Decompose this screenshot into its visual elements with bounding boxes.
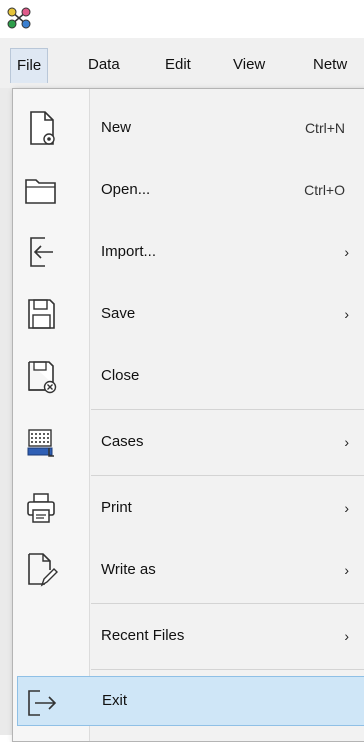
menu-item-print[interactable]: Print ›	[13, 477, 364, 539]
submenu-arrow-icon: ›	[344, 306, 349, 322]
shortcut-label: Ctrl+N	[304, 120, 345, 136]
menu-item-write-as[interactable]: Write as ›	[13, 539, 364, 601]
folder-icon	[25, 179, 56, 204]
menu-data[interactable]: Data	[88, 50, 120, 80]
menu-separator	[91, 409, 364, 410]
menu-item-label: Print	[101, 499, 132, 516]
menu-bar: File Data Edit View Netw	[0, 38, 364, 88]
menu-item-label: Write as	[101, 561, 156, 578]
menu-separator	[91, 669, 364, 670]
exit-icon	[28, 690, 57, 716]
window-left-edge	[0, 88, 12, 735]
menu-item-label: Close	[101, 367, 140, 384]
write-as-icon	[28, 553, 58, 587]
new-document-icon	[30, 111, 55, 145]
menu-item-label: New	[101, 119, 132, 136]
menu-view[interactable]: View	[233, 50, 265, 80]
app-logo-icon[interactable]	[6, 6, 32, 30]
save-icon	[28, 299, 55, 329]
menu-item-import[interactable]: Import... ›	[13, 221, 364, 283]
menu-file[interactable]: File	[10, 48, 49, 83]
menu-item-label: Cases	[101, 433, 144, 450]
cases-icon	[27, 429, 54, 457]
menu-item-recent-files[interactable]: Recent Files ›	[13, 605, 364, 667]
shortcut-label: Ctrl+O	[304, 182, 345, 198]
menu-separator	[91, 475, 364, 476]
menu-item-label: Exit	[102, 692, 128, 709]
submenu-arrow-icon: ›	[344, 628, 349, 644]
submenu-arrow-icon: ›	[344, 562, 349, 578]
menu-item-save[interactable]: Save ›	[13, 283, 364, 345]
printer-icon	[27, 493, 55, 523]
menu-item-open[interactable]: Open... Ctrl+O	[13, 159, 364, 221]
menu-item-exit[interactable]: Exit	[17, 676, 364, 726]
menu-item-label: Import...	[101, 243, 157, 260]
submenu-arrow-icon: ›	[344, 434, 349, 450]
title-bar	[0, 0, 364, 38]
menu-item-new[interactable]: New Ctrl+N	[13, 97, 364, 159]
submenu-arrow-icon: ›	[344, 244, 349, 260]
menu-item-label: Save	[101, 305, 136, 322]
menu-item-cases[interactable]: Cases ›	[13, 411, 364, 473]
menu-network[interactable]: Netw	[313, 50, 347, 80]
menu-item-label: Recent Files	[101, 627, 185, 644]
close-file-icon	[28, 361, 57, 394]
menu-item-label: Open...	[101, 181, 151, 198]
menu-separator	[91, 603, 364, 604]
file-menu-dropdown: New Ctrl+N Open... Ctrl+O Import... › Sa…	[12, 88, 364, 742]
menu-item-close[interactable]: Close	[13, 345, 364, 407]
submenu-arrow-icon: ›	[344, 500, 349, 516]
menu-edit[interactable]: Edit	[165, 50, 191, 80]
import-icon	[30, 237, 53, 267]
